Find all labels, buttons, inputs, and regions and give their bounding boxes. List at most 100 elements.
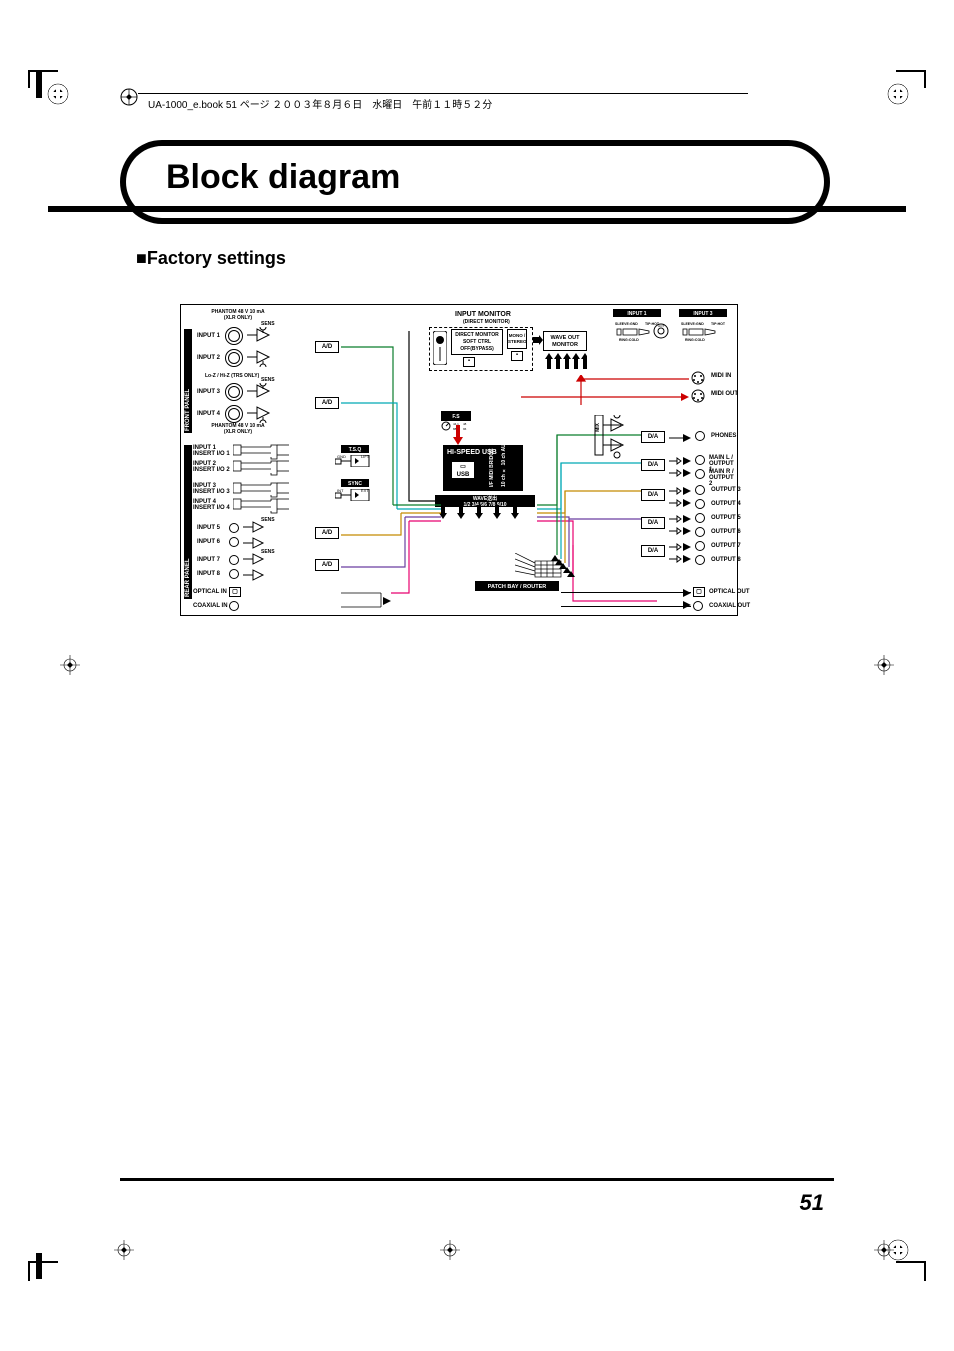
lbl-out4: OUTPUT 4 [711,501,741,507]
lbl-out3: OUTPUT 3 [711,487,741,493]
out6 [695,527,705,537]
out4 [695,499,705,509]
blk-ad12: A/D [315,341,339,353]
lbl-ins4: INPUT 4 INSERT I/O 4 [193,499,230,511]
out3 [695,485,705,495]
lbl-phantom12: PHANTOM 48 V 10 mA (XLR ONLY) [203,309,273,321]
lbl-ins2: INPUT 2 INSERT I/O 2 [193,461,230,473]
plug-label-3: INPUT 3 [679,309,727,317]
mix-block [591,415,631,475]
gain56 [243,521,273,551]
blk-fs: F.S [441,411,471,421]
gain12 [247,327,277,367]
lbl-in6: INPUT 6 [197,539,220,545]
guide-tr-v [924,70,926,88]
lbl-opt-out: OPTICAL OUT [709,589,750,595]
xlr-in3 [225,383,241,399]
guide-br-h [896,1261,926,1263]
svg-text:TIP:HOT: TIP:HOT [711,322,726,326]
soft-ctrl-switch: ▪ [463,357,475,367]
blk-ad78: A/D [315,559,339,571]
lbl-opt-in: OPTICAL IN [193,589,227,595]
mono-stereo-switch: ▪ [511,351,523,361]
arr56 [669,513,695,537]
opt-in-icon: ▢ [229,587,241,597]
slug-text: UA-1000_e.book 51 ページ ２００３年８月６日 水曜日 午前１１… [148,96,492,111]
out5 [695,513,705,523]
lbl-midi-bridge: I/F MIDI BRIDGE [489,451,495,487]
coax-in-icon [229,601,239,611]
lbl-input2: INPUT 2 [197,355,220,361]
wire-dig-out [561,592,691,593]
lbl-out6: OUTPUT 6 [711,529,741,535]
blk-soft-ctrl: DIRECT MONITOR SOFT CTRL OFF(BYPASS) [451,329,503,355]
blk-da34: D/A [641,489,665,501]
guide-tl-h [28,70,58,72]
usb-port: ▭USB [451,461,475,479]
lbl-in8: INPUT 8 [197,571,220,577]
guide-bl-v [28,1263,30,1281]
svg-text:HOT: HOT [658,324,665,328]
gain34 [247,383,277,423]
arr34 [669,485,695,509]
xlr-in2 [225,349,241,365]
side-crop-left [60,655,80,675]
blk-ad34: A/D [315,397,339,409]
arrow-da-phones [669,431,695,445]
rca-in7 [229,555,239,565]
insert-jacks [233,443,289,515]
side-crop-right [874,655,894,675]
rca-in6 [229,537,239,547]
xlr-in4 [225,405,241,421]
out1 [695,455,705,465]
rca-in5 [229,523,239,533]
out7 [695,541,705,551]
lbl-ins3: INPUT 3 INSERT I/O 3 [193,483,230,495]
blk-da-main: D/A [641,459,665,471]
lbl-out5: OUTPUT 5 [711,515,741,521]
phones-jack [695,431,705,441]
svg-text:RING:COLD: RING:COLD [619,338,639,342]
arr-dig-out [683,588,693,610]
lbl-phones: PHONES [711,433,736,439]
guide-tr-h [896,70,926,72]
lbl-out7: OUTPUT 7 [711,543,741,549]
svg-text:SLEEVE:GND: SLEEVE:GND [681,322,704,326]
lbl-coax-in: COAXIAL IN [193,603,228,609]
rca-in8 [229,569,239,579]
blk-wave-out-monitor: WAVE OUT MONITOR [543,331,587,351]
book-icon [120,88,138,106]
guide-tl-v [28,70,30,88]
out2 [695,469,705,479]
lbl-in7: INPUT 7 [197,557,220,563]
xlr-in1 [225,327,241,343]
left-black-bar [36,72,42,98]
left-black-bar2 [36,1253,42,1279]
footer-rule [120,1178,834,1181]
out8 [695,555,705,565]
lbl-midi-out: MIDI OUT [711,391,738,397]
arrow-fs-to-usb [453,425,463,445]
opt-out-icon: ▢ [693,587,705,597]
guide-bl-h [28,1261,58,1263]
lbl-coax-out: COAXIAL OUT [709,603,750,609]
gain78 [243,553,273,583]
blk-da78: D/A [641,545,665,557]
bottom-crop-left [114,1240,134,1260]
arrow-to-wave-out [533,335,543,345]
lbl-input-monitor-sub: (DIRECT MONITOR) [463,319,510,325]
plug-diagram-1: SLEEVE:GNDTIP:HOT HOT RING:COLD [613,319,673,343]
vlbl-rear-panel: REAR PANEL [184,445,192,599]
title-rule [48,206,906,212]
page-number: 51 [800,1190,824,1216]
page-title: Block diagram [126,146,824,209]
crop-mark-top-left [44,80,72,108]
lbl-out8: OUTPUT 8 [711,557,741,563]
coax-out-icon [693,601,703,611]
svg-text:RING:COLD: RING:COLD [685,338,705,342]
blk-mono-stereo: MONO / STEREO [507,329,527,349]
vlbl-front-panel: FRONT PANEL [184,329,192,433]
block-diagram: INPUT MONITOR (DIRECT MONITOR) DIRECT MO… [180,304,738,616]
section-heading: ■Factory settings [136,248,286,269]
blk-da56: D/A [641,517,665,529]
